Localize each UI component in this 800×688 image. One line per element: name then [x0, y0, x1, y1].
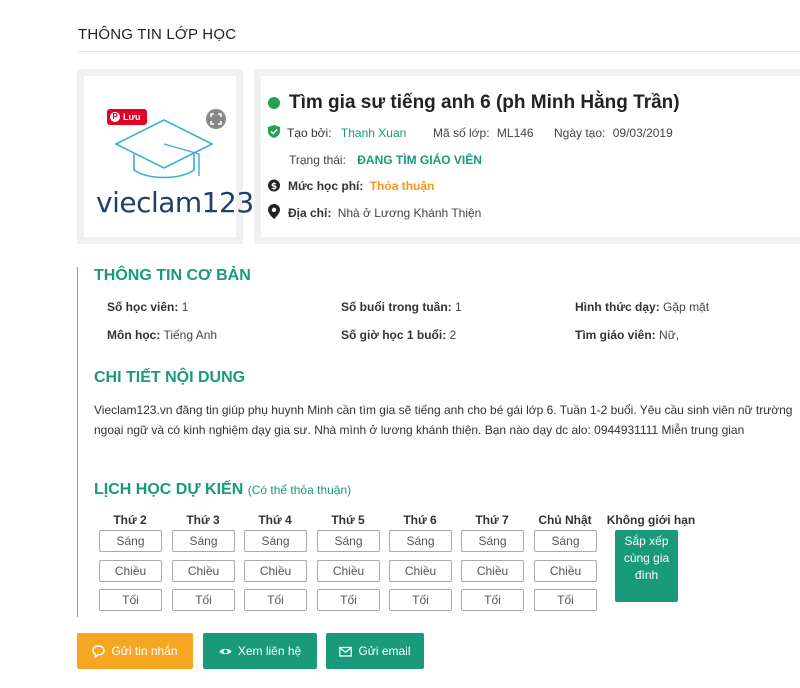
day-header-thu: Thứ 5: [331, 513, 365, 527]
created-by-row: Tạo bởi: Thanh Xuan: [287, 126, 406, 140]
schedule-title: LỊCH HỌC DỰ KIẾN: [94, 481, 244, 498]
detail-heading: CHI TIẾT NỘI DUNG: [94, 369, 246, 386]
day-header-no-limit: Không giới hạn: [606, 513, 696, 527]
students-field: Số học viên: 1: [107, 300, 188, 314]
students-value: 1: [181, 300, 189, 314]
subject-value: Tiếng Anh: [163, 328, 218, 342]
shield-check-icon: [268, 125, 280, 138]
slot-thu-afternoon[interactable]: Chiều: [317, 560, 380, 582]
created-by-label: Tạo bởi:: [287, 126, 332, 140]
view-contact-button[interactable]: Xem liên hệ: [203, 633, 317, 669]
hours-value: 2: [449, 328, 457, 342]
day-header-sun: Chủ Nhật: [538, 513, 592, 527]
sessions-field: Số buổi trong tuần: 1: [341, 300, 462, 314]
address-value: Nhà ở Lương Khánh Thiện: [337, 206, 482, 220]
send-email-button[interactable]: Gửi email: [326, 633, 424, 669]
slot-sun-afternoon[interactable]: Chiều: [534, 560, 597, 582]
subject-field: Môn học: Tiếng Anh: [107, 328, 217, 342]
mode-label: Hình thức dạy:: [575, 300, 660, 314]
status-label: Trạng thái:: [289, 153, 346, 167]
slot-sat-morning[interactable]: Sáng: [461, 530, 524, 552]
slot-wed-afternoon[interactable]: Chiều: [244, 560, 307, 582]
created-date-row: Ngày tạo: 09/03/2019: [554, 126, 673, 140]
slot-tue-morning[interactable]: Sáng: [172, 530, 235, 552]
slot-fri-evening[interactable]: Tối: [389, 589, 452, 611]
address-label: Địa chỉ:: [288, 206, 332, 220]
active-status-dot: [268, 97, 280, 109]
sessions-value: 1: [455, 300, 462, 314]
slot-wed-evening[interactable]: Tối: [244, 589, 307, 611]
send-message-button[interactable]: Gửi tin nhắn: [77, 633, 193, 669]
schedule-heading: LỊCH HỌC DỰ KIẾN (Có thể thỏa thuận): [94, 481, 351, 499]
day-header-tue: Thứ 3: [186, 513, 220, 527]
fee-label: Mức học phí:: [288, 179, 364, 193]
arrange-with-family-slot[interactable]: Sắp xếp cùng gia đình: [615, 530, 678, 602]
slot-sat-evening[interactable]: Tối: [461, 589, 524, 611]
brand-logo: vieclam123: [96, 186, 254, 219]
slot-thu-morning[interactable]: Sáng: [317, 530, 380, 552]
slot-tue-evening[interactable]: Tối: [172, 589, 235, 611]
title-divider: [78, 51, 800, 52]
basic-info-heading: THÔNG TIN CƠ BẢN: [94, 267, 251, 284]
map-pin-icon: [268, 204, 280, 219]
slot-mon-afternoon[interactable]: Chiều: [99, 560, 162, 582]
students-label: Số học viên:: [107, 300, 179, 314]
logo-panel: P Lưu vieclam123: [77, 69, 254, 244]
creator-link[interactable]: Thanh Xuan: [341, 126, 406, 140]
slot-tue-afternoon[interactable]: Chiều: [172, 560, 235, 582]
class-code: ML146: [496, 126, 534, 140]
fee-row: Mức học phí: Thỏa thuận: [288, 179, 434, 193]
send-message-label: Gửi tin nhắn: [111, 644, 178, 658]
subject-label: Môn học:: [107, 328, 161, 342]
content-left-border: [77, 267, 78, 617]
slot-thu-evening[interactable]: Tối: [317, 589, 380, 611]
teacher-field: Tìm giáo viên: Nữ,: [575, 328, 679, 342]
slot-sun-evening[interactable]: Tối: [534, 589, 597, 611]
detail-description: Vieclam123.vn đăng tin giúp phụ huynh Mi…: [94, 403, 793, 437]
view-contact-label: Xem liên hệ: [237, 644, 302, 658]
slot-mon-morning[interactable]: Sáng: [99, 530, 162, 552]
day-header-wed: Thứ 4: [258, 513, 292, 527]
class-code-label: Mã số lớp:: [433, 126, 490, 140]
class-code-row: Mã số lớp: ML146: [433, 126, 534, 140]
envelope-icon: [339, 646, 353, 657]
job-title: Tìm gia sư tiếng anh 6 (ph Minh Hằng Trầ…: [289, 92, 680, 113]
schedule-note: (Có thể thỏa thuận): [247, 483, 352, 497]
slot-fri-morning[interactable]: Sáng: [389, 530, 452, 552]
logo-card: P Lưu vieclam123: [84, 76, 254, 237]
day-header-mon: Thứ 2: [113, 513, 147, 527]
address-row: Địa chỉ: Nhà ở Lương Khánh Thiện: [288, 206, 481, 220]
teacher-value: Nữ,: [659, 328, 680, 342]
fee-value: Thỏa thuận: [369, 179, 435, 193]
created-date: 09/03/2019: [612, 126, 673, 140]
status-value: ĐANG TÌM GIÁO VIÊN: [357, 153, 482, 167]
mode-field: Hình thức dạy: Gặp mặt: [575, 300, 709, 314]
sessions-label: Số buổi trong tuần:: [341, 300, 452, 314]
send-email-label: Gửi email: [358, 644, 411, 658]
status-row: Trạng thái: ĐANG TÌM GIÁO VIÊN: [289, 153, 482, 167]
teacher-label: Tìm giáo viên:: [575, 328, 656, 342]
day-header-sat: Thứ 7: [475, 513, 509, 527]
section-title: THÔNG TIN LỚP HỌC: [78, 26, 237, 43]
slot-sat-afternoon[interactable]: Chiều: [461, 560, 524, 582]
chat-bubble-icon: [92, 644, 106, 658]
dollar-icon: $: [268, 179, 280, 192]
hours-field: Số giờ học 1 buổi: 2: [341, 328, 456, 342]
graduation-cap-icon: [114, 119, 214, 179]
slot-fri-afternoon[interactable]: Chiều: [389, 560, 452, 582]
eye-icon: [219, 648, 232, 654]
slot-sun-morning[interactable]: Sáng: [534, 530, 597, 552]
hours-label: Số giờ học 1 buổi:: [341, 328, 447, 342]
slot-wed-morning[interactable]: Sáng: [244, 530, 307, 552]
svg-text:$: $: [271, 182, 277, 192]
mode-value: Gặp mặt: [663, 300, 710, 314]
slot-mon-evening[interactable]: Tối: [99, 589, 162, 611]
day-header-fri: Thứ 6: [403, 513, 437, 527]
created-date-label: Ngày tạo:: [554, 126, 606, 140]
